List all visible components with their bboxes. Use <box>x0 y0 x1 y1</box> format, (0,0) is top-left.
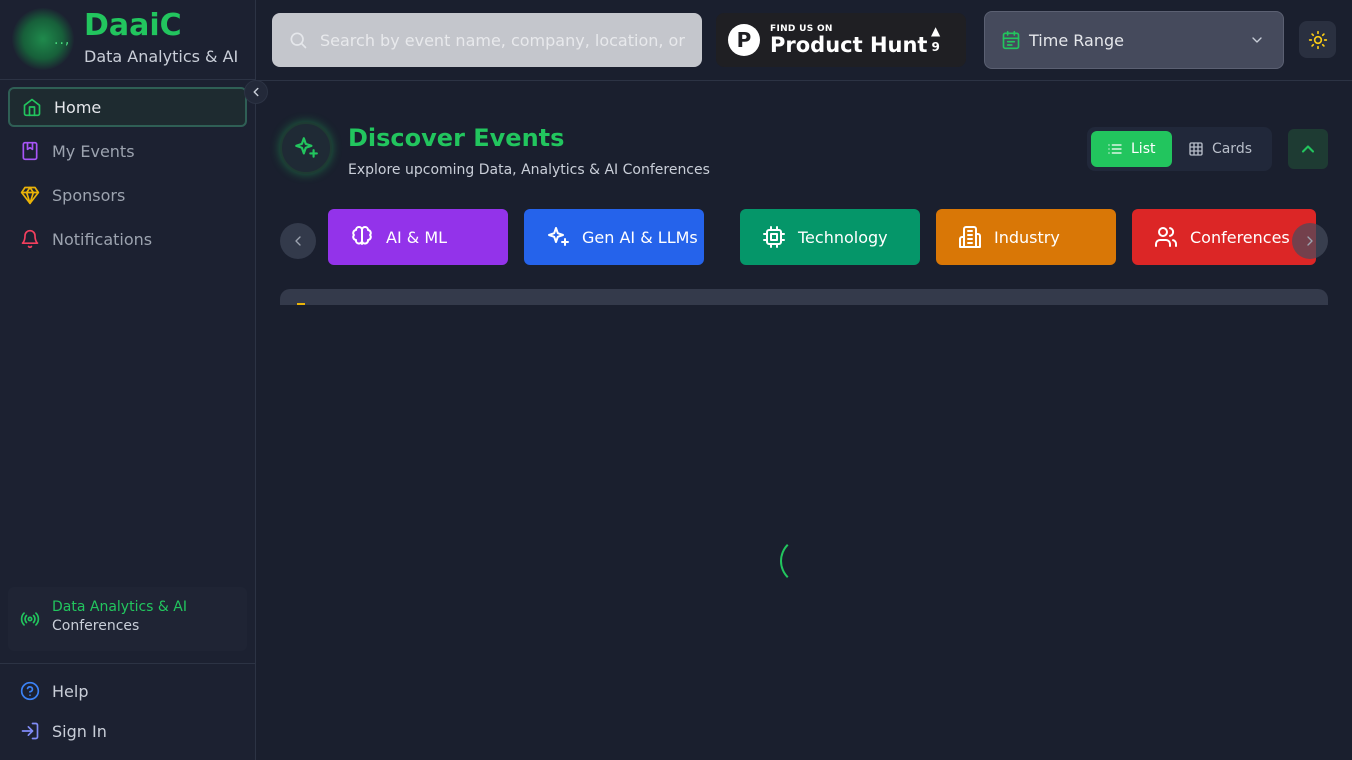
view-cards-button[interactable]: Cards <box>1172 131 1268 167</box>
category-industry[interactable]: Industry <box>936 209 1116 265</box>
category-label: Gen AI & LLMs <box>582 227 698 247</box>
brain-icon <box>352 226 372 245</box>
view-toggle: List Cards <box>1087 127 1272 171</box>
time-range-label: Time Range <box>1029 30 1124 50</box>
collapse-header-button[interactable] <box>1288 129 1328 169</box>
view-cards-label: Cards <box>1211 141 1252 157</box>
category-ai-ml[interactable]: AI & ML <box>328 209 508 265</box>
sparkles-icon <box>548 227 569 246</box>
bookmark-icon <box>22 141 38 161</box>
help-link[interactable]: Help <box>20 681 88 701</box>
sign-in-link[interactable]: Sign In <box>20 721 107 741</box>
grid-icon <box>1189 142 1203 156</box>
panel-indicator <box>297 303 305 305</box>
sign-in-label: Sign In <box>52 721 107 741</box>
category-label: Technology <box>798 227 888 247</box>
sidebar-divider <box>0 663 255 664</box>
sidebar-item-label: My Events <box>52 141 135 161</box>
home-icon <box>23 98 41 117</box>
calendar-icon <box>1002 30 1020 50</box>
carousel-prev-button[interactable] <box>280 223 316 259</box>
sidebar-item-home[interactable]: Home <box>8 87 247 127</box>
events-panel <box>280 289 1328 305</box>
building-icon <box>959 226 981 248</box>
promo-line-2: Conferences <box>52 618 140 634</box>
sign-in-icon <box>21 722 39 740</box>
brand-name: DaaiC <box>84 8 182 43</box>
vote-count: 9 <box>931 40 940 54</box>
category-carousel: AI & ML Gen AI & LLMs Technology Industr… <box>328 209 1316 265</box>
cpu-icon <box>763 226 785 248</box>
sun-icon <box>1308 30 1327 49</box>
brand-subtitle: Data Analytics & AI <box>84 47 239 66</box>
help-circle-icon <box>20 681 40 701</box>
discover-icon-badge <box>280 122 332 174</box>
time-range-select[interactable]: Time Range <box>984 11 1284 69</box>
list-icon <box>1108 144 1122 154</box>
sidebar-item-notifications[interactable]: Notifications <box>8 219 247 259</box>
chevron-left-icon <box>253 87 259 97</box>
top-bar: P FIND US ON Product Hunt ▲ 9 Time Range <box>256 0 1352 81</box>
users-icon <box>1155 227 1178 247</box>
broadcast-icon <box>20 612 40 626</box>
loading-spinner <box>780 537 828 585</box>
view-list-label: List <box>1131 141 1156 157</box>
page-title: Discover Events <box>348 124 565 152</box>
sidebar-item-label: Notifications <box>52 229 153 249</box>
chevron-right-icon <box>1307 236 1313 246</box>
category-technology[interactable]: Technology <box>740 209 920 265</box>
search-box[interactable] <box>272 13 702 67</box>
carousel-next-button[interactable] <box>1292 223 1328 259</box>
theme-toggle-button[interactable] <box>1299 21 1336 58</box>
category-label: Conferences <box>1190 227 1290 247</box>
brand[interactable]: .., DaaiC Data Analytics & AI <box>0 0 255 80</box>
product-hunt-logo: P <box>728 24 760 56</box>
sidebar-item-sponsors[interactable]: Sponsors <box>8 175 247 215</box>
gem-icon <box>20 186 40 205</box>
category-gen-ai-llms[interactable]: Gen AI & LLMs <box>524 209 704 265</box>
upvote-arrow-icon: ▲ <box>931 24 941 38</box>
sidebar-item-my-events[interactable]: My Events <box>8 131 247 171</box>
product-hunt-text: FIND US ON Product Hunt <box>770 24 927 56</box>
brand-logo-dots: .., <box>54 32 71 48</box>
chevron-up-icon <box>1301 145 1315 153</box>
search-input[interactable] <box>320 30 690 50</box>
sidebar-item-label: Sponsors <box>52 185 126 205</box>
category-conferences[interactable]: Conferences <box>1132 209 1316 265</box>
sparkles-icon <box>295 137 318 158</box>
sidebar-collapse-button[interactable] <box>244 80 268 104</box>
category-label: AI & ML <box>386 227 448 247</box>
product-hunt-big: Product Hunt <box>770 33 928 57</box>
chevron-down-icon <box>1252 37 1262 43</box>
search-icon <box>290 32 307 49</box>
page-subtitle: Explore upcoming Data, Analytics & AI Co… <box>348 162 710 178</box>
view-list-button[interactable]: List <box>1091 131 1172 167</box>
sidebar-item-label: Home <box>54 97 102 117</box>
category-label: Industry <box>994 227 1060 247</box>
promo-line-1: Data Analytics & AI <box>52 599 187 615</box>
product-hunt-badge[interactable]: P FIND US ON Product Hunt ▲ 9 <box>716 13 966 67</box>
help-label: Help <box>52 681 89 701</box>
sidebar: .., DaaiC Data Analytics & AI Home My Ev… <box>0 0 256 760</box>
bell-icon <box>21 229 39 249</box>
sidebar-promo[interactable]: Data Analytics & AI Conferences <box>8 587 247 651</box>
product-hunt-votes: ▲ 9 <box>931 23 940 55</box>
chevron-left-icon <box>295 236 301 246</box>
brand-logo: .., <box>12 8 74 70</box>
